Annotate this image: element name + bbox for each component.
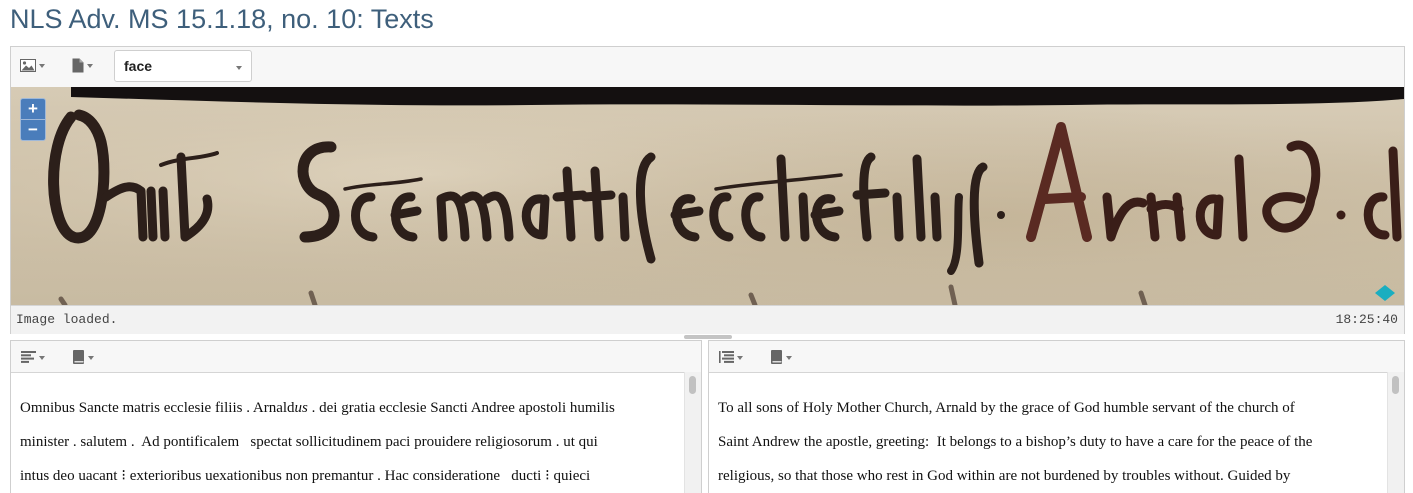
caret-down-icon [39, 356, 45, 360]
caret-down-icon [39, 64, 45, 68]
caret-down-icon [87, 64, 93, 68]
status-message: Image loaded. [16, 312, 118, 327]
layer-select-value: face [124, 58, 153, 74]
panel-splitter-handle[interactable] [684, 335, 732, 339]
book-icon [73, 350, 84, 364]
image-menu-button[interactable] [20, 55, 45, 75]
page-title: NLS Adv. MS 15.1.18, no. 10: Texts [10, 4, 434, 34]
document-icon [72, 58, 84, 72]
layer-select[interactable]: face [114, 50, 252, 82]
translation-line: Saint Andrew the apostle, greeting: It b… [718, 434, 1313, 450]
transcription-scrollbar[interactable] [684, 372, 701, 493]
status-bar: Image loaded. 18:25:40 [11, 305, 1404, 334]
align-indent-icon [719, 351, 734, 363]
manuscript-svg [11, 87, 1404, 305]
align-left-icon [21, 351, 36, 363]
manuscript-image[interactable]: + − [11, 87, 1404, 305]
transcription-line: intus deo uacant ⁝ exterioribus uexation… [20, 459, 671, 493]
text-segment: Omnibus Sancte matris ecclesie filiis . … [20, 400, 295, 416]
book-icon [771, 350, 782, 364]
transcription-line: minister . salutem . Ad pontificalem spe… [20, 425, 671, 459]
align-menu-button[interactable] [21, 347, 45, 367]
zoom-control: + − [20, 98, 46, 141]
book-menu-button[interactable] [771, 347, 792, 367]
transcription-panel: Omnibus Sancte matris ecclesie filiis . … [10, 340, 702, 493]
caret-down-icon [737, 356, 743, 360]
text-segment: intus deo uacant ⁝ exterioribus uexation… [20, 468, 591, 484]
zoom-in-button[interactable]: + [21, 99, 45, 120]
translation-panel: To all sons of Holy Mother Church, Arnal… [708, 340, 1405, 493]
translation-scrollbar[interactable] [1387, 372, 1404, 493]
transcription-toolbar [11, 341, 701, 373]
scrollbar-thumb[interactable] [689, 376, 696, 394]
transcription-line: Omnibus Sancte matris ecclesie filiis . … [20, 391, 671, 425]
parchment-edge [71, 87, 1404, 106]
text-segment: . dei gratia ecclesie Sancti Andree apos… [307, 400, 615, 416]
caret-down-icon [786, 356, 792, 360]
book-menu-button[interactable] [73, 347, 94, 367]
indent-menu-button[interactable] [719, 347, 743, 367]
status-time: 18:25:40 [1335, 312, 1398, 327]
document-menu-button[interactable] [72, 55, 93, 75]
zoom-out-button[interactable]: − [21, 120, 45, 140]
image-icon [20, 58, 36, 72]
chevron-down-icon [236, 66, 242, 70]
translation-toolbar [709, 341, 1404, 373]
translation-text: To all sons of Holy Mother Church, Arnal… [718, 391, 1374, 493]
viewer-toolbar: face [11, 47, 1404, 88]
text-segment: minister . salutem . Ad pontificalem spe… [20, 434, 598, 450]
scrollbar-thumb[interactable] [1392, 376, 1399, 394]
caret-down-icon [88, 356, 94, 360]
image-viewer: face + − Image loaded. 18:25:40 [10, 46, 1405, 334]
translation-line: To all sons of Holy Mother Church, Arnal… [718, 400, 1295, 416]
transcription-text: Omnibus Sancte matris ecclesie filiis . … [20, 391, 671, 493]
translation-line: religious, so that those who rest in God… [718, 468, 1291, 484]
expanded-abbreviation: us [294, 400, 308, 416]
